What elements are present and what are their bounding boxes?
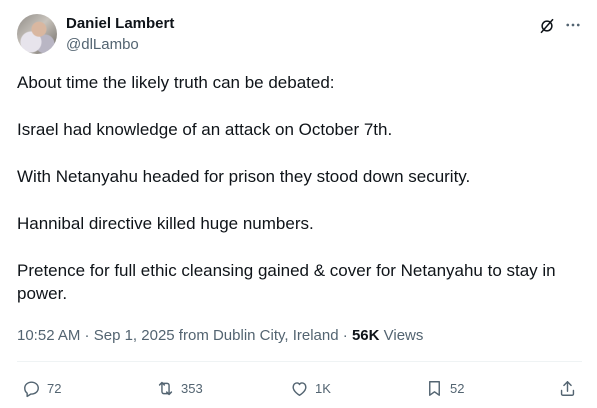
divider bbox=[17, 361, 582, 362]
like-button[interactable]: 1K bbox=[290, 378, 331, 398]
post-paragraph: With Netanyahu headed for prison they st… bbox=[17, 167, 471, 186]
meta-separator: · bbox=[338, 327, 352, 344]
repost-count: 353 bbox=[181, 380, 203, 396]
post-paragraph: Pretence for full ethic cleansing gained… bbox=[17, 261, 556, 303]
post-paragraph: Israel had knowledge of an attack on Oct… bbox=[17, 120, 393, 139]
meta-separator: · bbox=[80, 327, 94, 344]
bookmark-button[interactable]: 52 bbox=[425, 378, 464, 398]
repost-button[interactable]: 353 bbox=[156, 378, 203, 398]
more-icon[interactable] bbox=[564, 16, 582, 34]
bookmark-count: 52 bbox=[450, 380, 465, 396]
post-time[interactable]: 10:52 AM bbox=[17, 327, 80, 344]
post-paragraph: About time the likely truth can be debat… bbox=[17, 73, 335, 92]
bookmark-icon bbox=[429, 380, 440, 396]
display-name[interactable]: Daniel Lambert bbox=[66, 15, 174, 33]
repost-icon bbox=[158, 381, 173, 395]
share-button[interactable] bbox=[558, 378, 577, 398]
views-label: Views bbox=[379, 327, 424, 344]
like-count: 1K bbox=[315, 380, 331, 396]
like-icon bbox=[292, 381, 307, 396]
post-text: About time the likely truth can be debat… bbox=[17, 71, 582, 305]
avatar[interactable] bbox=[17, 14, 57, 54]
post-date[interactable]: Sep 1, 2025 bbox=[94, 327, 175, 344]
tweet: Daniel Lambert @dlLambo About time the l… bbox=[0, 0, 597, 408]
handle[interactable]: @dlLambo bbox=[66, 36, 139, 54]
views-count: 56K bbox=[351, 327, 380, 344]
share-icon bbox=[560, 380, 575, 396]
grok-icon[interactable] bbox=[538, 17, 556, 35]
reply-button[interactable]: 72 bbox=[22, 378, 61, 398]
post-paragraph: Hannibal directive killed huge numbers. bbox=[17, 214, 314, 233]
reply-count: 72 bbox=[47, 380, 62, 396]
post-meta: 10:52 AM · Sep 1, 2025 from Dublin City,… bbox=[17, 327, 423, 345]
reply-icon bbox=[24, 380, 39, 397]
post-location: from Dublin City, Ireland bbox=[174, 327, 339, 344]
